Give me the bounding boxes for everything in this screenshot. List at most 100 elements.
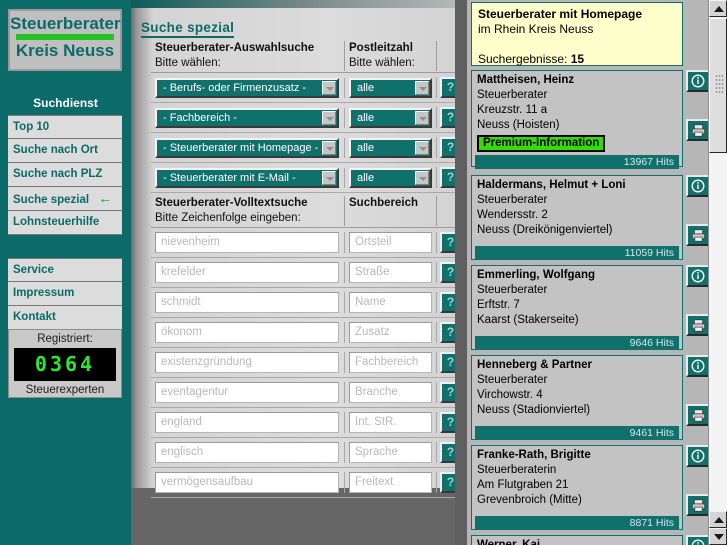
select-col1-sub: Bitte wählen: <box>155 57 221 69</box>
select-col2-sub: Bitte wählen: <box>349 57 415 69</box>
dropdown-value: - Steuerberater mit Homepage - <box>163 141 319 154</box>
search-form-panel: Suche spezial Steuerberater-Auswahlsuche… <box>131 0 467 545</box>
result-entry[interactable]: Henneberg & Partner Steuerberater Vircho… <box>471 355 683 440</box>
dropdown-plz-4[interactable]: alle <box>349 167 432 188</box>
scope-input-branche[interactable]: Branche <box>349 382 432 403</box>
info-icon-button[interactable] <box>686 70 710 92</box>
scope-input-fachbereich[interactable]: Fachbereich <box>349 352 432 373</box>
sidebar-item-suche-nach-ort[interactable]: Suche nach Ort <box>8 139 122 163</box>
info-icon-button[interactable] <box>686 355 710 377</box>
chevron-down-icon[interactable] <box>322 80 336 95</box>
triangle-up-icon <box>714 6 724 12</box>
chevron-down-icon[interactable] <box>415 140 429 155</box>
result-hits: 13967 Hits <box>475 155 679 169</box>
scope-input-int-str[interactable]: Int. StR. <box>349 412 432 433</box>
fulltext-row: krefelder Straße ? <box>151 258 464 287</box>
scope-input-name[interactable]: Name <box>349 292 432 313</box>
dropdown-value: - Fachbereich - <box>163 111 237 124</box>
info-icon-button[interactable] <box>686 175 710 197</box>
search-input-fachbereich[interactable]: existenzgründung <box>155 352 339 373</box>
sidebar-item-suche-spezial[interactable]: Suche spezial ← <box>8 187 122 211</box>
row-divider <box>151 497 464 498</box>
scope-input-sprache[interactable]: Sprache <box>349 442 432 463</box>
result-city: Grevenbroich (Mitte) <box>477 494 582 506</box>
search-input-freitext[interactable]: vermögensaufbau <box>155 472 339 493</box>
premium-badge[interactable]: Premium-Information <box>477 135 606 152</box>
scope-input-zusatz[interactable]: Zusatz <box>349 322 432 343</box>
select-row: - Fachbereich - alle ? <box>151 103 464 132</box>
info-icon-button[interactable] <box>686 535 710 545</box>
result-hits: 11059 Hits <box>475 246 679 260</box>
counter-digits: 0364 <box>14 348 116 381</box>
chevron-down-icon[interactable] <box>415 80 429 95</box>
search-input-name[interactable]: schmidt <box>155 292 339 313</box>
result-street: Kreuzstr. 11 a <box>477 104 548 116</box>
result-entry[interactable]: Haldermans, Helmut + Loni Steuerberater … <box>471 175 683 260</box>
sidebar-item-lohnsteuerhilfe[interactable]: Lohnsteuerhilfe <box>8 211 122 235</box>
dropdown-fachbereich[interactable]: - Fachbereich - <box>155 107 339 128</box>
result-entry-details: Franke-Rath, Brigitte Steuerberaterin Am… <box>472 446 682 508</box>
scope-input-strasse[interactable]: Straße <box>349 262 432 283</box>
print-icon-button[interactable] <box>686 314 710 336</box>
dropdown-value: - Steuerberater mit E-Mail - <box>163 171 296 184</box>
scrollbar-track[interactable] <box>709 153 727 511</box>
search-input-zusatz[interactable]: ökonom <box>155 322 339 343</box>
result-role: Steuerberater <box>477 284 548 296</box>
result-street: Wendersstr. 2 <box>477 209 548 221</box>
result-entry[interactable]: Franke-Rath, Brigitte Steuerberaterin Am… <box>471 445 683 530</box>
select-col1-title: Steuerberater-Auswahlsuche <box>155 42 315 54</box>
dropdown-plz-2[interactable]: alle <box>349 107 432 128</box>
print-icon-button[interactable] <box>686 224 710 246</box>
sidebar-item-top10[interactable]: Top 10 <box>8 115 122 139</box>
dropdown-mit-homepage[interactable]: - Steuerberater mit Homepage - <box>155 137 339 158</box>
sidebar-item-kontakt[interactable]: Kontakt <box>8 306 122 330</box>
result-entry[interactable]: Emmerling, Wolfgang Steuerberater Erftst… <box>471 265 683 350</box>
fulltext-row: england Int. StR. ? <box>151 408 464 437</box>
info-icon <box>691 74 705 88</box>
sidebar-item-service[interactable]: Service <box>8 258 122 282</box>
scope-input-freitext[interactable]: Freitext <box>349 472 432 493</box>
print-icon-button[interactable] <box>686 404 710 426</box>
dropdown-value: alle <box>357 111 375 124</box>
results-title: Steuerberater mit Homepage <box>478 7 643 21</box>
dropdown-berufszusatz[interactable]: - Berufs- oder Firmenzusatz - <box>155 77 339 98</box>
result-entry[interactable]: Mattheisen, Heinz Steuerberater Kreuzstr… <box>471 70 683 169</box>
scroll-down-button[interactable] <box>709 528 727 545</box>
chevron-down-icon[interactable] <box>322 140 336 155</box>
result-street: Virchowstr. 4 <box>477 389 543 401</box>
dropdown-value: - Berufs- oder Firmenzusatz - <box>163 81 307 94</box>
page-title: Suche spezial <box>141 20 235 38</box>
fulltext-row: vermögensaufbau Freitext ? <box>151 468 464 497</box>
search-input-sprache[interactable]: englisch <box>155 442 339 463</box>
site-logo[interactable]: Steuerberater Kreis Neuss <box>8 9 122 71</box>
chevron-down-icon[interactable] <box>322 110 336 125</box>
print-icon-button[interactable] <box>686 119 710 141</box>
page-scrollbar[interactable] <box>708 0 727 545</box>
sidebar-item-impressum[interactable]: Impressum <box>8 282 122 306</box>
result-name: Haldermans, Helmut + Loni <box>477 179 626 191</box>
scroll-up-button-bottom[interactable] <box>709 511 727 528</box>
result-role: Steuerberaterin <box>477 464 557 476</box>
info-icon-button[interactable] <box>686 445 710 467</box>
info-icon-button[interactable] <box>686 265 710 287</box>
scope-input-ortsteil[interactable]: Ortsteil <box>349 232 432 253</box>
info-icon <box>691 449 705 463</box>
search-input-int-str[interactable]: england <box>155 412 339 433</box>
sidebar-item-suche-nach-plz[interactable]: Suche nach PLZ <box>8 163 122 187</box>
dropdown-plz-1[interactable]: alle <box>349 77 432 98</box>
chevron-down-icon[interactable] <box>322 170 336 185</box>
scroll-up-button[interactable] <box>709 0 727 17</box>
chevron-down-icon[interactable] <box>415 110 429 125</box>
search-input-strasse[interactable]: krefelder <box>155 262 339 283</box>
result-entry[interactable]: Werner, Kai <box>471 535 683 545</box>
scrollbar-thumb[interactable] <box>709 18 727 153</box>
chevron-down-icon[interactable] <box>415 170 429 185</box>
info-icon <box>691 539 705 545</box>
dropdown-mit-email[interactable]: - Steuerberater mit E-Mail - <box>155 167 339 188</box>
print-icon-button[interactable] <box>686 494 710 516</box>
dropdown-plz-3[interactable]: alle <box>349 137 432 158</box>
fulltext-row: existenzgründung Fachbereich ? <box>151 348 464 377</box>
dropdown-value: alle <box>357 81 375 94</box>
search-input-ortsteil[interactable]: nievenheim <box>155 232 339 253</box>
search-input-branche[interactable]: eventagentur <box>155 382 339 403</box>
